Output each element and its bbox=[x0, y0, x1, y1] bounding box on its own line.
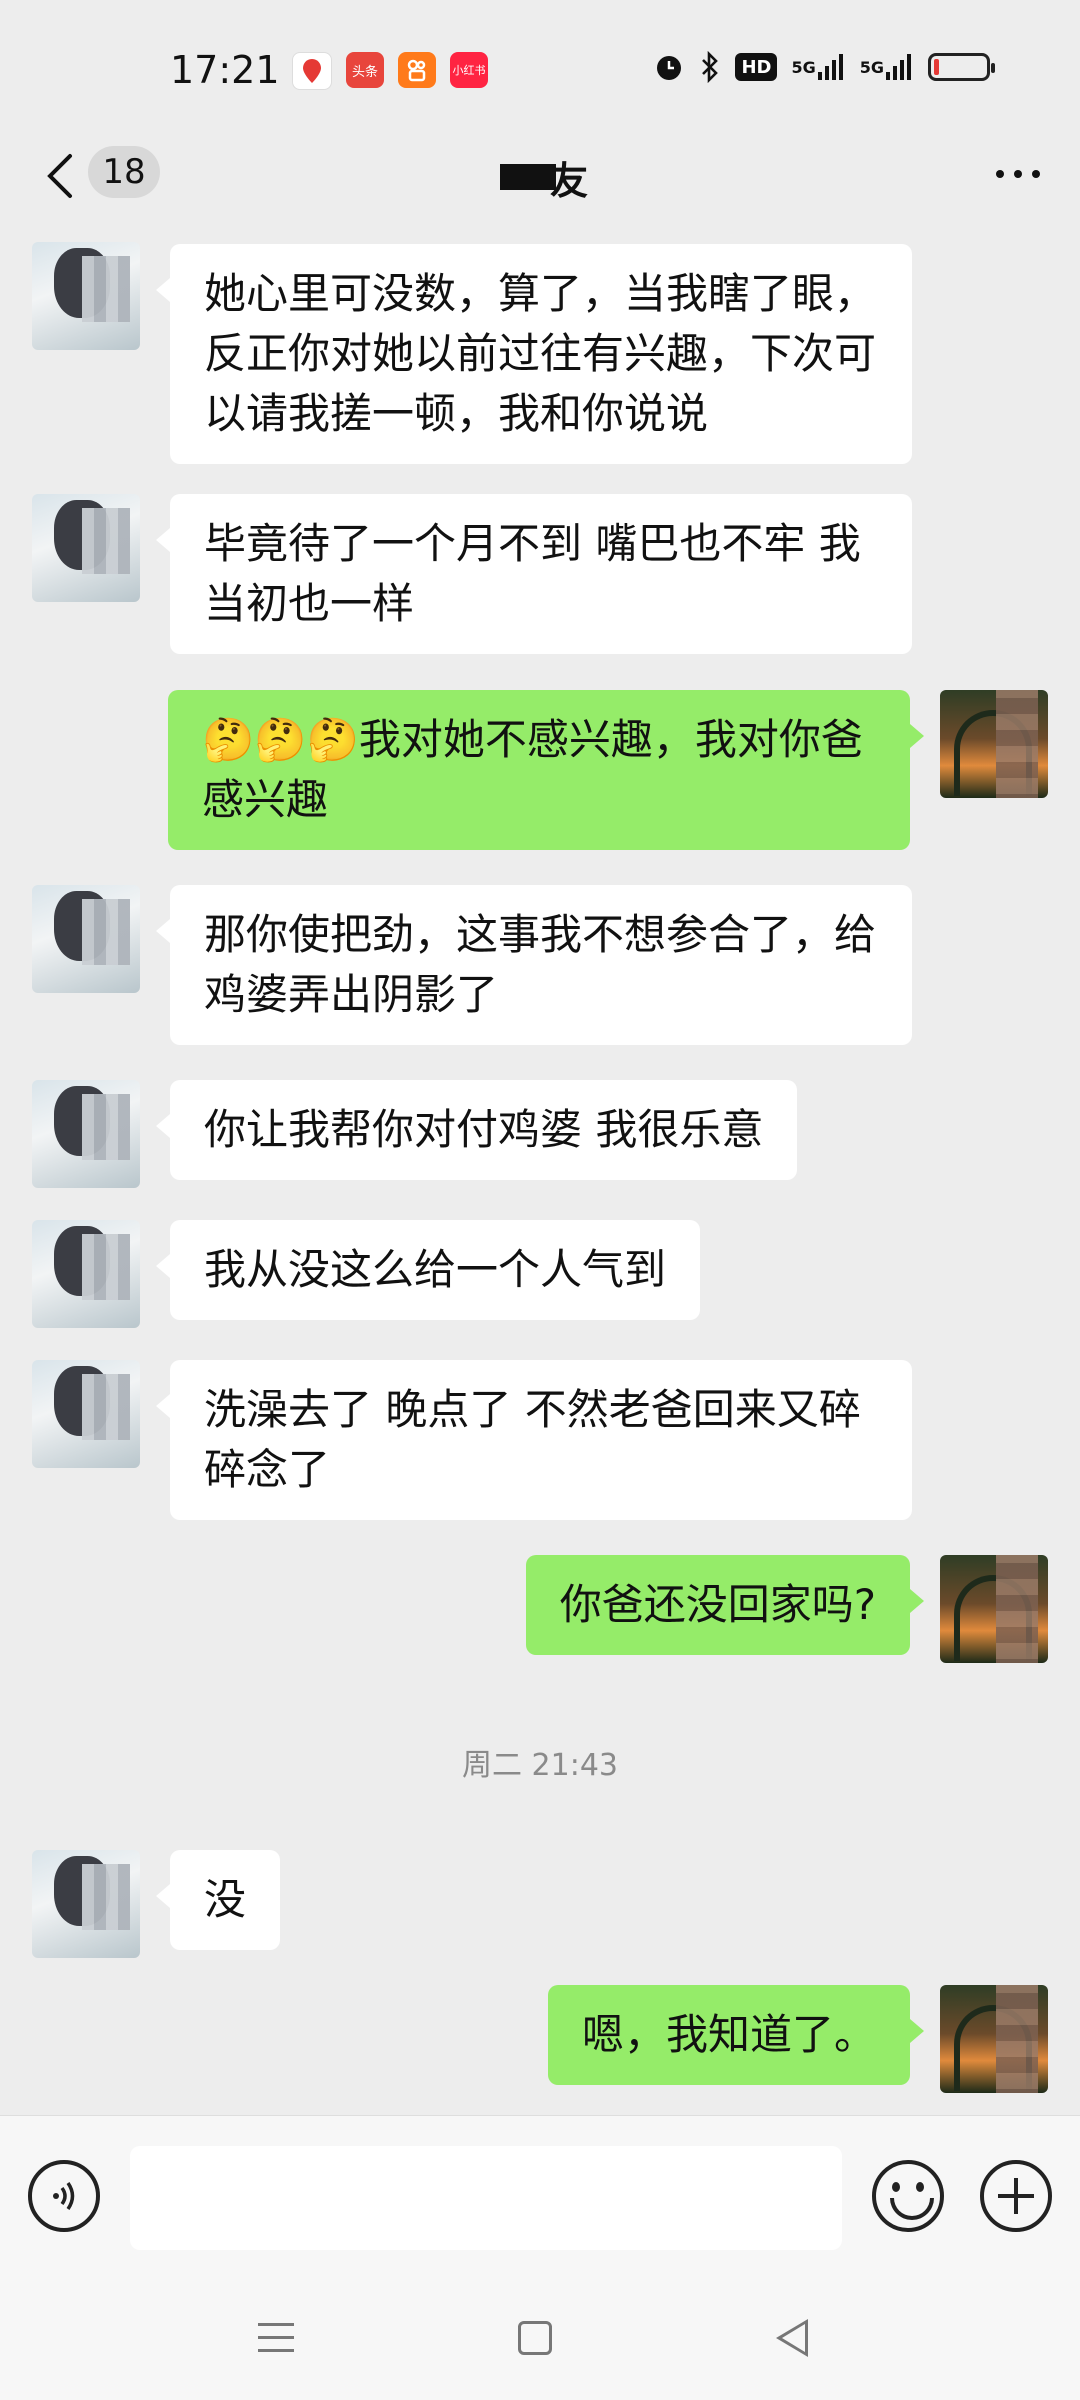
contact-avatar[interactable] bbox=[32, 242, 140, 350]
status-indicators: HD 5G 5G bbox=[653, 50, 995, 84]
contact-avatar[interactable] bbox=[32, 1850, 140, 1958]
message-bubble[interactable]: 她心里可没数，算了，当我瞎了眼，反正你对她以前过往有兴趣，下次可以请我搓一顿，我… bbox=[156, 244, 912, 464]
battery-icon bbox=[928, 53, 995, 81]
unread-count-badge[interactable]: 18 bbox=[88, 146, 160, 198]
my-avatar[interactable] bbox=[940, 1555, 1048, 1663]
dot-icon bbox=[1014, 170, 1022, 178]
my-avatar[interactable] bbox=[940, 690, 1048, 798]
contact-avatar[interactable] bbox=[32, 1360, 140, 1468]
chevron-left-icon bbox=[47, 154, 72, 198]
message-bubble[interactable]: 毕竟待了一个月不到 嘴巴也不牢 我当初也一样 bbox=[156, 494, 912, 654]
contact-avatar[interactable] bbox=[32, 1220, 140, 1328]
redaction-mark bbox=[500, 164, 556, 190]
system-back-button[interactable] bbox=[776, 2319, 808, 2357]
dot-icon bbox=[996, 170, 1004, 178]
dot-icon bbox=[1032, 170, 1040, 178]
voice-input-button[interactable] bbox=[28, 2160, 100, 2232]
signal-5g-icon: 5G bbox=[791, 50, 845, 84]
xiaohongshu-app-icon: 小红书 bbox=[450, 52, 488, 88]
contact-avatar[interactable] bbox=[32, 885, 140, 993]
message-input[interactable] bbox=[130, 2146, 842, 2250]
message-timestamp: 周二 21:43 bbox=[462, 1748, 618, 1783]
kuaishou-app-icon bbox=[398, 52, 436, 88]
voice-icon bbox=[53, 2182, 75, 2210]
my-avatar[interactable] bbox=[940, 1985, 1048, 2093]
message-bubble[interactable]: 你爸还没回家吗? bbox=[525, 1555, 925, 1655]
network-type-label: 5G bbox=[791, 57, 816, 77]
system-navigation-bar bbox=[0, 2275, 1080, 2400]
contact-avatar[interactable] bbox=[32, 494, 140, 602]
alarm-icon bbox=[653, 50, 685, 84]
chat-title: 友 bbox=[480, 150, 610, 203]
status-bar: 17:21 头条 小红书 HD 5G 5G bbox=[0, 0, 1080, 130]
input-bar bbox=[0, 2115, 1080, 2276]
status-app-icons: 头条 小红书 bbox=[292, 52, 488, 90]
contact-avatar[interactable] bbox=[32, 1080, 140, 1188]
bluetooth-icon bbox=[699, 50, 721, 84]
status-time: 17:21 bbox=[170, 48, 280, 92]
message-bubble[interactable]: 那你使把劲，这事我不想参合了，给鸡婆弄出阴影了 bbox=[156, 885, 912, 1045]
chat-header: 18 友 bbox=[0, 130, 1080, 240]
chat-title-text: 友 bbox=[550, 159, 589, 203]
recent-apps-button[interactable] bbox=[258, 2323, 294, 2353]
home-button[interactable] bbox=[518, 2321, 552, 2355]
network-type-label-2: 5G bbox=[859, 57, 884, 77]
back-button[interactable] bbox=[40, 148, 80, 208]
more-options-button[interactable] bbox=[996, 170, 1040, 178]
message-list[interactable]: 她心里可没数，算了，当我瞎了眼，反正你对她以前过往有兴趣，下次可以请我搓一顿，我… bbox=[0, 240, 1080, 2115]
message-bubble[interactable]: 没 bbox=[155, 1850, 281, 1950]
emoji-button[interactable] bbox=[872, 2160, 944, 2232]
more-actions-button[interactable] bbox=[980, 2160, 1052, 2232]
message-bubble[interactable]: 洗澡去了 晚点了 不然老爸回来又碎碎念了 bbox=[156, 1360, 912, 1520]
message-bubble[interactable]: 🤔🤔🤔我对她不感兴趣，我对你爸感兴趣 bbox=[168, 690, 924, 850]
location-app-icon bbox=[292, 52, 332, 90]
toutiao-app-icon: 头条 bbox=[346, 52, 384, 88]
message-bubble[interactable]: 嗯，我知道了。 bbox=[547, 1985, 925, 2085]
hd-icon: HD bbox=[735, 53, 778, 81]
signal-5g-icon-2: 5G bbox=[860, 50, 914, 84]
message-bubble[interactable]: 我从没这么给一个人气到 bbox=[155, 1220, 701, 1320]
message-bubble[interactable]: 你让我帮你对付鸡婆 我很乐意 bbox=[155, 1080, 798, 1180]
